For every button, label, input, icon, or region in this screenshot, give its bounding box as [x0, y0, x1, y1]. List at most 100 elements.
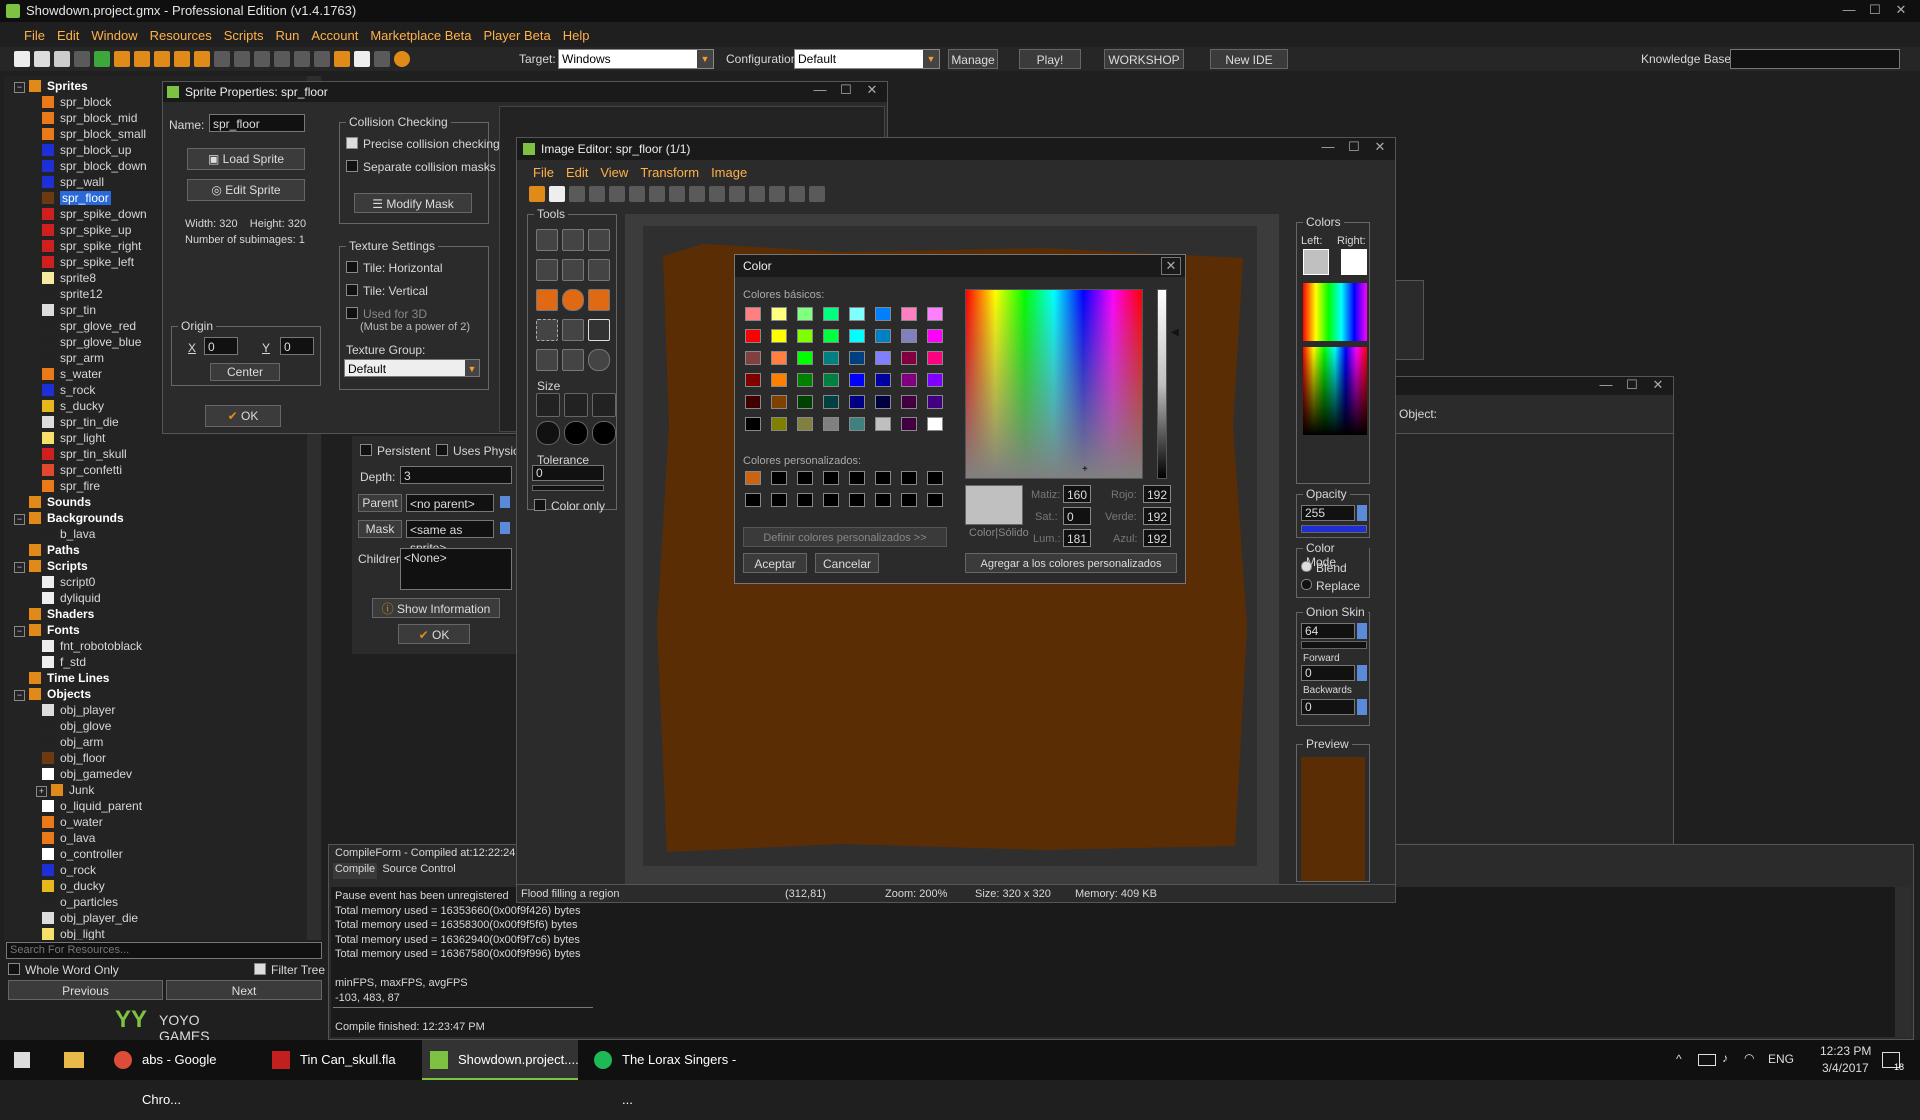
used-3d-checkbox[interactable]: [346, 307, 358, 319]
sprite-icon[interactable]: [194, 51, 210, 67]
parent-select[interactable]: <no parent>: [406, 494, 494, 512]
save-icon[interactable]: [54, 51, 70, 67]
basic-color-swatch[interactable]: [797, 307, 813, 321]
tile-horizontal-checkbox[interactable]: [346, 261, 358, 273]
windows-start-icon[interactable]: [14, 1052, 30, 1068]
define-custom-colors-button[interactable]: Definir colores personalizados >>: [743, 527, 947, 547]
taskbar-item-spotify[interactable]: The Lorax Singers - ...: [586, 1040, 746, 1107]
tree-item[interactable]: obj_player: [14, 702, 314, 718]
basic-color-swatch[interactable]: [745, 351, 761, 365]
pencil-icon[interactable]: [536, 229, 558, 251]
basic-color-swatch[interactable]: [849, 329, 865, 343]
mask-menu-icon[interactable]: [500, 522, 510, 534]
custom-color-swatch[interactable]: [745, 493, 761, 507]
rotate-icon[interactable]: [588, 349, 610, 371]
basic-color-swatch[interactable]: [927, 351, 943, 365]
custom-color-swatch[interactable]: [849, 493, 865, 507]
basic-color-swatch[interactable]: [823, 329, 839, 343]
custom-color-swatch[interactable]: [875, 493, 891, 507]
basic-color-swatch[interactable]: [771, 417, 787, 431]
basic-color-swatch[interactable]: [849, 373, 865, 387]
uses-physics-option[interactable]: Uses Physics: [436, 444, 525, 458]
spray-icon[interactable]: [562, 229, 584, 251]
color-only-option[interactable]: Color only: [534, 499, 605, 513]
collapse-icon[interactable]: −: [14, 626, 25, 637]
basic-color-swatch[interactable]: [901, 373, 917, 387]
tab-compile[interactable]: Compile: [333, 863, 377, 879]
separate-masks-option[interactable]: Separate collision masks: [346, 160, 496, 174]
minimize-icon[interactable]: —: [807, 82, 833, 97]
custom-color-swatch[interactable]: [823, 493, 839, 507]
taskbar-item-gamemaker[interactable]: Showdown.project....: [422, 1040, 579, 1080]
compile-output[interactable]: Pause event has been unregistered Total m…: [331, 887, 1911, 1037]
tree-item[interactable]: f_std: [14, 654, 314, 670]
tree-item[interactable]: obj_gamedev: [14, 766, 314, 782]
tree-item[interactable]: b_lava: [14, 526, 314, 542]
onion-stepper[interactable]: [1357, 623, 1367, 639]
lum-input[interactable]: 181: [1063, 529, 1091, 547]
brush-size-5-icon[interactable]: [564, 421, 588, 445]
color-picker-icon[interactable]: [536, 259, 558, 281]
close-icon[interactable]: ✕: [1888, 2, 1914, 18]
minimize-icon[interactable]: —: [1315, 139, 1341, 154]
basic-color-swatch[interactable]: [927, 373, 943, 387]
menu-scripts[interactable]: Scripts: [218, 26, 270, 46]
opacity-slider[interactable]: [1301, 525, 1367, 533]
create-exe-icon[interactable]: [154, 51, 170, 67]
opacity-stepper[interactable]: [1357, 505, 1367, 521]
copy-icon[interactable]: [689, 186, 705, 202]
timeline-icon[interactable]: [314, 51, 330, 67]
onion-slider[interactable]: [1301, 641, 1367, 649]
basic-color-swatch[interactable]: [823, 417, 839, 431]
tile-vertical-option[interactable]: Tile: Vertical: [346, 284, 428, 298]
basic-color-swatch[interactable]: [875, 329, 891, 343]
basic-color-swatch[interactable]: [927, 307, 943, 321]
tree-folder[interactable]: − Objects: [14, 686, 314, 702]
new-image-icon[interactable]: [549, 186, 565, 202]
color-only-checkbox[interactable]: [534, 499, 546, 511]
close-icon[interactable]: ✕: [1161, 257, 1181, 275]
menu-window[interactable]: Window: [85, 26, 143, 46]
next-button[interactable]: Next: [166, 980, 322, 1000]
text-icon[interactable]: [536, 349, 558, 371]
tree-item[interactable]: o_ducky: [14, 878, 314, 894]
tree-folder[interactable]: − Fonts: [14, 622, 314, 638]
tree-item[interactable]: spr_fire: [14, 478, 314, 494]
center-button[interactable]: Center: [210, 363, 280, 381]
filter-tree-option[interactable]: Filter Tree: [254, 963, 325, 977]
cut-icon[interactable]: [669, 186, 685, 202]
settings-icon[interactable]: [374, 51, 390, 67]
editor-menu-edit[interactable]: Edit: [560, 163, 594, 183]
redo-icon[interactable]: [649, 186, 665, 202]
menu-player[interactable]: Player Beta: [478, 26, 557, 46]
expand-icon[interactable]: +: [36, 786, 47, 797]
rounded-rect-icon[interactable]: [588, 289, 610, 311]
luminance-slider[interactable]: [1157, 289, 1167, 479]
custom-color-swatch[interactable]: [849, 471, 865, 485]
brush-size-1-icon[interactable]: [536, 393, 560, 417]
object-ok-button[interactable]: ✔ OK: [398, 624, 470, 644]
whole-word-option[interactable]: Whole Word Only: [8, 963, 119, 977]
menu-account[interactable]: Account: [305, 26, 364, 46]
custom-color-swatch[interactable]: [771, 493, 787, 507]
rectangle-icon[interactable]: [536, 289, 558, 311]
tree-folder[interactable]: +Paths: [14, 542, 314, 558]
tree-item[interactable]: obj_floor: [14, 750, 314, 766]
left-color-swatch[interactable]: [1303, 249, 1329, 275]
green-input[interactable]: 192: [1143, 507, 1171, 525]
basic-color-swatch[interactable]: [771, 373, 787, 387]
basic-color-swatch[interactable]: [901, 329, 917, 343]
custom-color-swatch[interactable]: [875, 471, 891, 485]
parent-menu-icon[interactable]: [500, 496, 510, 508]
custom-color-swatch[interactable]: [901, 471, 917, 485]
basic-color-swatch[interactable]: [901, 395, 917, 409]
collapse-icon[interactable]: −: [14, 562, 25, 573]
tree-item[interactable]: o_liquid_parent: [14, 798, 314, 814]
previous-button[interactable]: Previous: [8, 980, 163, 1000]
configuration-select[interactable]: Default ▼: [794, 49, 940, 69]
persistent-checkbox[interactable]: [360, 444, 372, 456]
tree-item[interactable]: obj_glove: [14, 718, 314, 734]
basic-color-swatch[interactable]: [875, 395, 891, 409]
wifi-icon[interactable]: ◠: [1744, 1051, 1754, 1065]
close-icon[interactable]: ✕: [859, 82, 885, 98]
